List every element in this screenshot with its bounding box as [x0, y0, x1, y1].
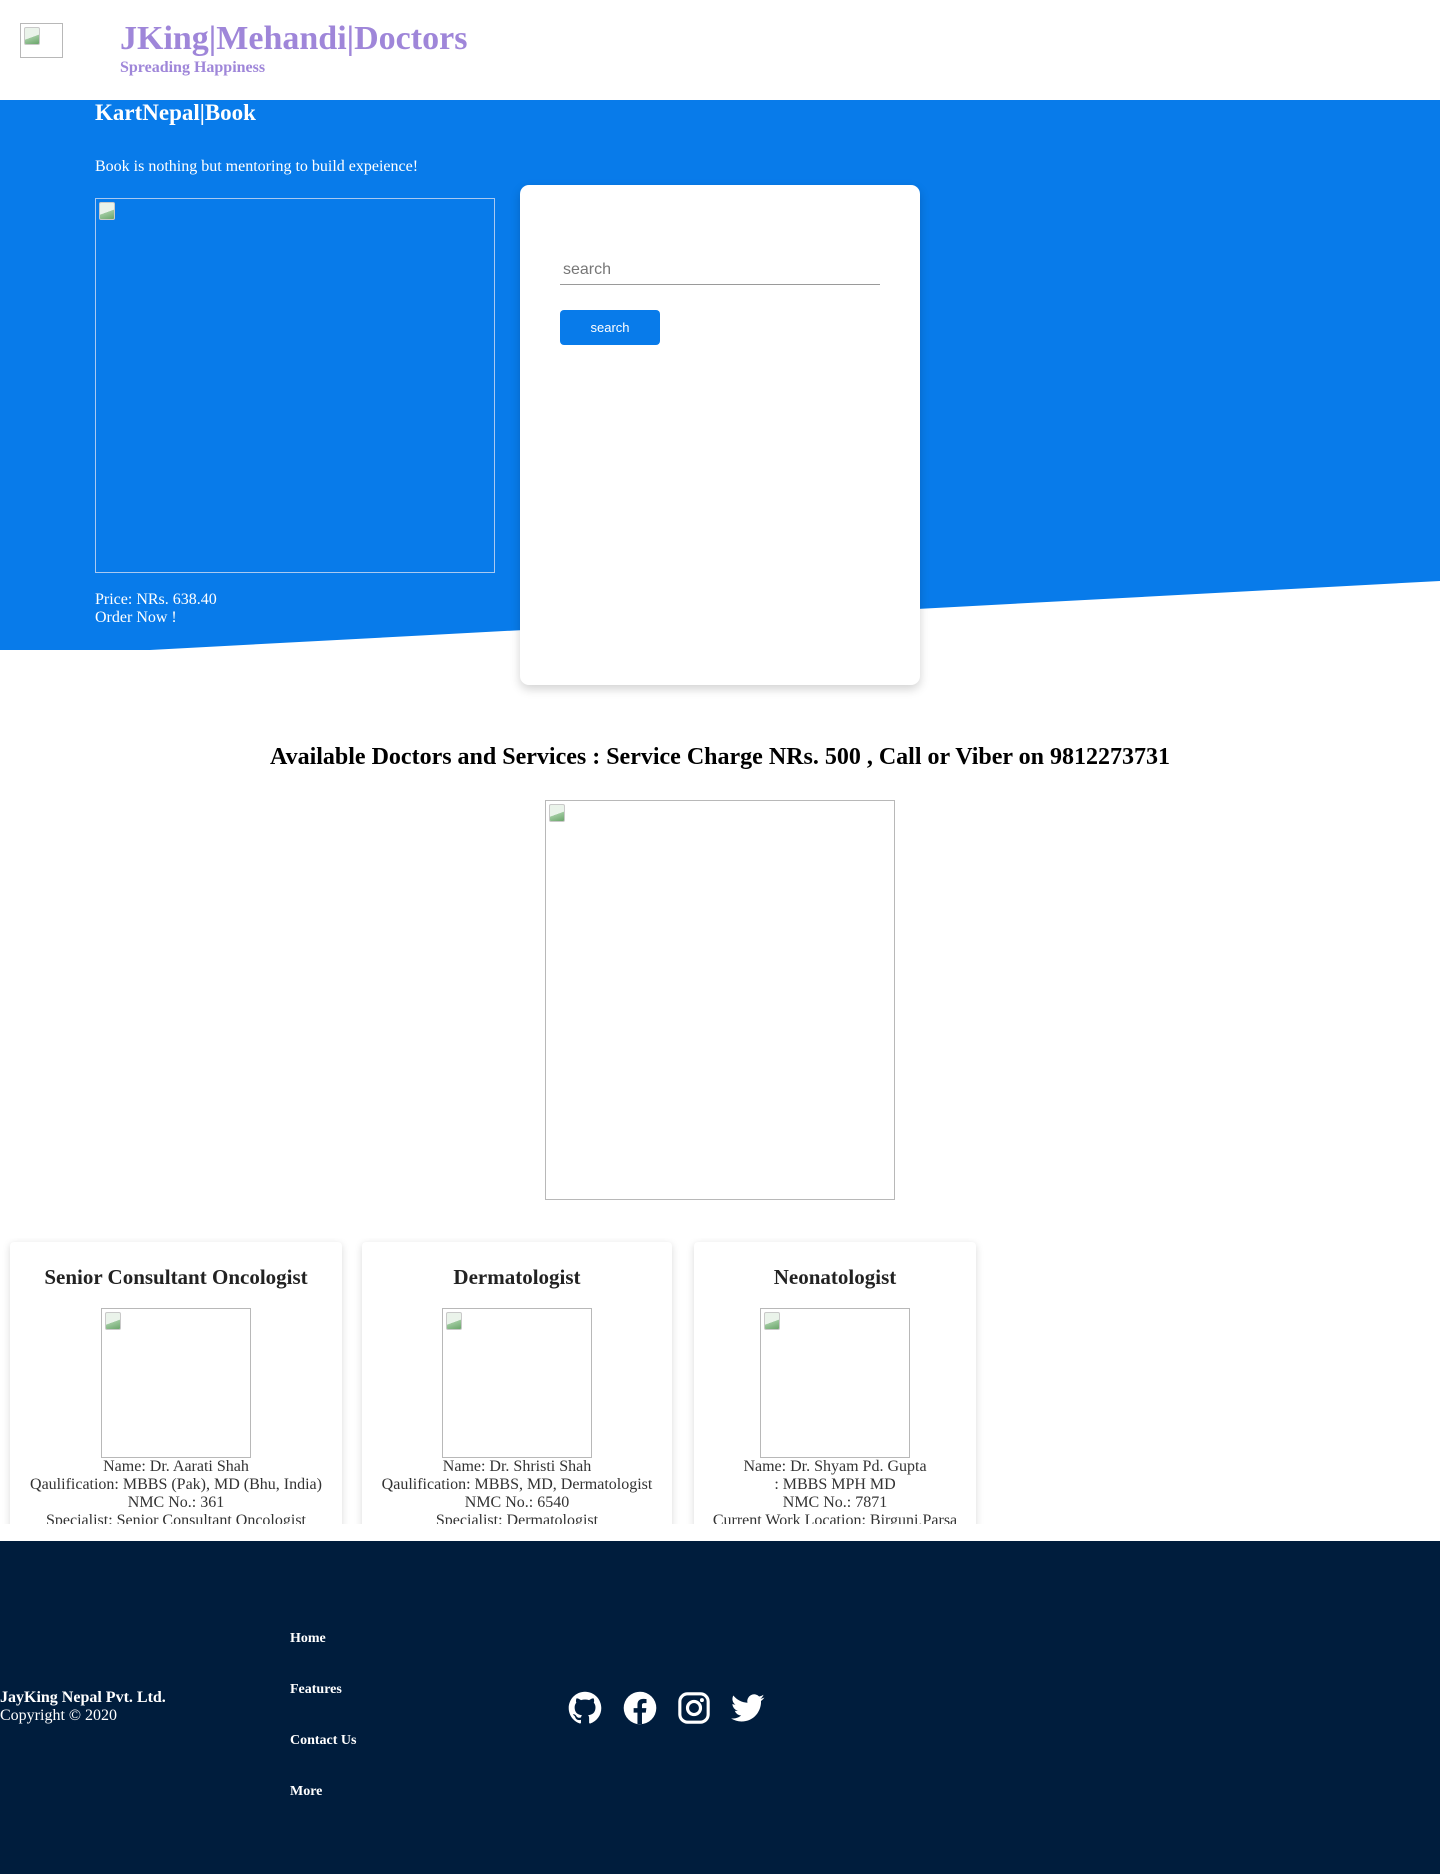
doctor-details: Name: Dr. Aarati Shah Qaulification: MBB… [10, 1458, 342, 1524]
hero-title: KartNepal|Book [95, 100, 256, 125]
doctors-banner-image [545, 800, 895, 1200]
doctor-photo [442, 1308, 592, 1458]
doctor-specialist: Specialist: Dermatologist [435, 1512, 599, 1524]
doctor-name: Name: Dr. Aarati Shah [103, 1458, 249, 1475]
search-input[interactable] [560, 255, 880, 285]
hero-description: Book is nothing but mentoring to build e… [95, 158, 419, 175]
doctor-name: Name: Dr. Shyam Pd. Gupta [743, 1458, 927, 1475]
twitter-icon[interactable] [731, 1691, 765, 1725]
search-card: search [520, 185, 920, 685]
footer-link-home[interactable]: Home [290, 1631, 326, 1647]
card-title: Dermatologist [453, 1265, 581, 1289]
doctor-card-neonatologist[interactable]: Neonatologist Name: Dr. Shyam Pd. Gupta … [694, 1242, 976, 1524]
order-now-link[interactable]: Order Now ! [95, 609, 177, 627]
card-title: Senior Consultant Oncologist [44, 1265, 308, 1289]
doctor-nmc: NMC No.: 7871 [782, 1494, 888, 1511]
book-image [95, 198, 495, 573]
doctor-details: Name: Dr. Shyam Pd. Gupta : MBBS MPH MD … [694, 1458, 976, 1524]
doctor-name: Name: Dr. Shristi Shah [442, 1458, 592, 1475]
book-price: Price: NRs. 638.40 [95, 591, 217, 608]
doctor-qualification: Qaulification: MBBS (Pak), MD (Bhu, Indi… [30, 1476, 322, 1493]
doctor-details: Name: Dr. Shristi Shah Qaulification: MB… [362, 1458, 672, 1524]
doctor-qualification: : MBBS MPH MD [774, 1476, 896, 1493]
site-footer: JayKing Nepal Pvt. Ltd. Copyright © 2020… [0, 1541, 1440, 1874]
site-logo[interactable] [20, 23, 63, 58]
doctor-card-dermatologist[interactable]: Dermatologist Name: Dr. Shristi Shah Qau… [362, 1242, 672, 1524]
site-tagline: Spreading Happiness [120, 59, 266, 76]
footer-link-more[interactable]: More [290, 1784, 322, 1800]
doctor-nmc: NMC No.: 6540 [464, 1494, 570, 1511]
doctor-specialist: Specialist: Senior Consultant Oncologist [46, 1512, 306, 1524]
company-name: JayKing Nepal Pvt. Ltd. [0, 1689, 166, 1706]
doctor-photo [101, 1308, 251, 1458]
doctor-photo [760, 1308, 910, 1458]
doctor-location: Current Work Location: Birguni,Parsa [712, 1512, 958, 1524]
site-title[interactable]: JKing|Mehandi|Doctors [120, 20, 467, 58]
instagram-icon[interactable] [677, 1691, 711, 1725]
doctor-nmc: NMC No.: 361 [127, 1494, 225, 1511]
doctor-card-oncologist[interactable]: Senior Consultant Oncologist Name: Dr. A… [10, 1242, 342, 1524]
doctors-heading: Available Doctors and Services : Service… [270, 744, 1170, 770]
facebook-icon[interactable] [623, 1691, 657, 1725]
doctor-qualification: Qaulification: MBBS, MD, Dermatologist [381, 1476, 653, 1493]
footer-link-contact-us[interactable]: Contact Us [290, 1733, 357, 1749]
footer-link-features[interactable]: Features [290, 1682, 342, 1698]
doctor-cards: Senior Consultant Oncologist Name: Dr. A… [0, 1238, 1440, 1524]
site-header: JKing|Mehandi|Doctors Spreading Happines… [0, 0, 1440, 100]
copyright: Copyright © 2020 [0, 1707, 118, 1724]
search-button[interactable]: search [560, 310, 660, 345]
card-title: Neonatologist [773, 1265, 897, 1289]
github-icon[interactable] [568, 1691, 602, 1725]
